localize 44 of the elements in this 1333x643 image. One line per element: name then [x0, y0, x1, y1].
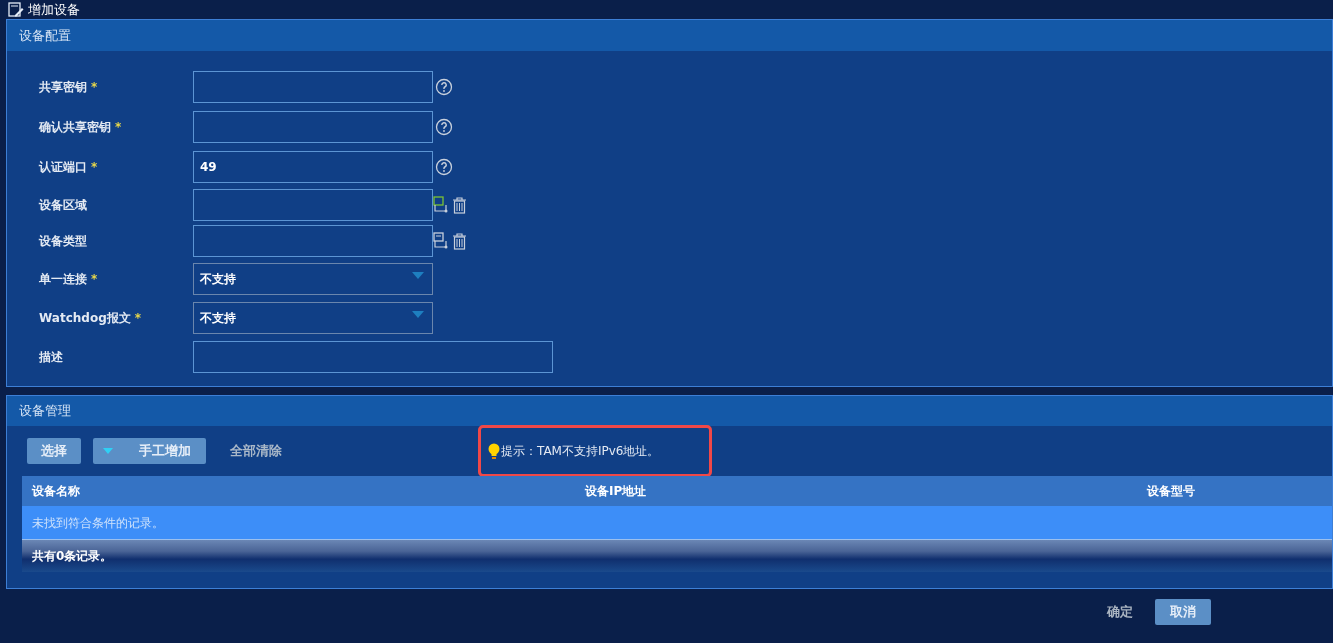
- dropdown-field[interactable]: 不支持: [193, 301, 433, 334]
- confirm-link[interactable]: 确定: [1101, 599, 1139, 625]
- dropdown-field[interactable]: 不支持: [193, 262, 433, 295]
- column-header: 设备名称: [32, 484, 80, 498]
- field-label: 单一连接: [39, 271, 87, 286]
- field-label: 确认共享密钥: [39, 120, 111, 134]
- required-mark: *: [91, 271, 98, 286]
- input-field[interactable]: 49: [193, 151, 433, 183]
- input-field[interactable]: [193, 111, 433, 143]
- field-label: 认证端口: [39, 160, 87, 174]
- column-header: 设备型号: [1147, 484, 1195, 498]
- hint-text: 提示：TAM不支持IPv6地址。: [501, 443, 660, 460]
- required-mark: *: [91, 80, 98, 94]
- required-mark: *: [115, 120, 122, 134]
- input-field[interactable]: [193, 71, 433, 103]
- window-title: 增加设备: [28, 0, 80, 19]
- input-field[interactable]: [193, 340, 553, 373]
- trash-icon[interactable]: [452, 232, 467, 250]
- lightbulb-icon: [488, 442, 500, 460]
- edit-form-icon: [8, 1, 24, 18]
- help-icon[interactable]: [435, 158, 453, 176]
- section-title: 设备管理: [19, 402, 71, 421]
- trash-icon[interactable]: [452, 196, 467, 214]
- input-field[interactable]: [193, 189, 433, 221]
- required-mark: *: [134, 310, 141, 325]
- field-label: Watchdog报文: [39, 310, 131, 325]
- column-header: 设备IP地址: [585, 484, 647, 498]
- input-field[interactable]: [193, 225, 433, 257]
- field-label: 描述: [39, 349, 63, 364]
- field-label: 设备区域: [39, 198, 87, 212]
- section-title: 设备配置: [19, 26, 71, 45]
- picker-icon[interactable]: [433, 196, 449, 214]
- dropdown-caret-icon: [412, 310, 424, 319]
- caret-icon: [103, 447, 113, 455]
- required-mark: *: [91, 160, 98, 174]
- clear-all-link[interactable]: 全部清除: [218, 438, 294, 464]
- empty-message: 未找到符合条件的记录。: [32, 514, 164, 532]
- record-count: 共有0条记录。: [32, 548, 113, 565]
- help-icon[interactable]: [435, 78, 453, 96]
- picker-icon[interactable]: [433, 232, 449, 250]
- help-icon[interactable]: [435, 118, 453, 136]
- dropdown-caret-icon: [412, 271, 424, 280]
- field-label: 共享密钥: [39, 80, 87, 94]
- field-label: 设备类型: [39, 234, 87, 248]
